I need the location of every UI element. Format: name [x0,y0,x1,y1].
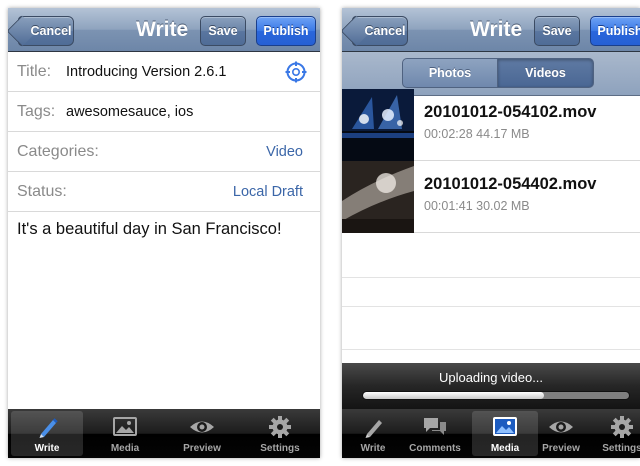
list-separator [342,349,640,350]
nav-title: Write [470,18,523,41]
tab-write[interactable]: Write [342,411,408,456]
eye-icon [549,421,573,433]
publish-button[interactable]: Publish [590,16,640,46]
cancel-button[interactable]: Cancel [352,16,408,46]
media-filename: 20101012-054402.mov [424,175,597,193]
upload-progress-bar [362,391,630,400]
media-screen: Cancel Write Save Publish Photos Videos … [342,8,640,458]
nav-title: Write [136,18,189,41]
categories-label: Categories: [17,143,99,160]
title-label: Title: [17,63,52,80]
eye-icon [190,421,214,433]
gear-icon [611,416,633,438]
upload-status-bar: Uploading video... [342,363,640,409]
tab-settings-label: Settings [602,443,640,454]
publish-button[interactable]: Publish [256,16,316,46]
tab-settings[interactable]: Settings [592,411,640,456]
categories-row[interactable]: Categories: Video [8,132,320,172]
cancel-button[interactable]: Cancel [18,16,74,46]
tab-comments-label: Comments [409,443,461,454]
post-body-textarea[interactable]: It's a beautiful day in San Francisco! [17,220,282,239]
image-icon [113,417,137,436]
location-crosshair-icon[interactable] [285,61,307,83]
media-filename: 20101012-054102.mov [424,103,597,121]
pencil-icon [39,418,58,438]
tab-write[interactable]: Write [11,411,83,456]
tab-bar: Write Comments Media Preview Settings [342,409,640,458]
upload-progress-fill [363,392,544,399]
segment-photos[interactable]: Photos [402,58,498,88]
tab-write-label: Write [360,443,386,454]
status-value[interactable]: Local Draft [233,172,303,212]
tags-field[interactable]: awesomesauce, ios [66,92,193,132]
comments-icon [424,418,446,435]
cancel-button-label: Cancel [364,24,406,38]
image-icon [493,417,517,436]
list-separator [342,306,640,307]
tab-preview[interactable]: Preview [526,411,596,456]
tab-media[interactable]: Media [89,411,161,456]
media-list-item[interactable]: 20101012-054102.mov 00:02:28 44.17 MB [342,89,640,161]
tags-label: Tags: [17,103,56,120]
tab-settings[interactable]: Settings [244,411,316,456]
tab-bar: Write Media Preview Settings [8,409,320,458]
video-thumbnail [342,89,414,161]
tab-preview-label: Preview [183,443,221,454]
tab-write-label: Write [34,443,60,454]
save-button[interactable]: Save [534,16,580,46]
upload-status-text: Uploading video... [438,370,544,385]
tab-comments[interactable]: Comments [400,411,470,456]
title-field[interactable]: Introducing Version 2.6.1 [66,52,226,92]
tab-preview-label: Preview [542,443,580,454]
media-meta: 00:01:41 30.02 MB [424,199,530,213]
save-button[interactable]: Save [200,16,246,46]
write-screen: Cancel Write Save Publish Title: Introdu… [8,8,320,458]
navigation-bar: Cancel Write Save Publish [8,8,320,52]
title-row[interactable]: Title: Introducing Version 2.6.1 [8,52,320,92]
navigation-bar: Cancel Write Save Publish [342,8,640,52]
gear-icon [269,416,291,438]
tab-preview[interactable]: Preview [166,411,238,456]
video-thumbnail [342,161,414,233]
categories-value[interactable]: Video [266,132,303,172]
pencil-icon [365,420,382,438]
tab-settings-label: Settings [260,443,300,454]
tags-row[interactable]: Tags: awesomesauce, ios [8,92,320,132]
media-meta: 00:02:28 44.17 MB [424,127,530,141]
media-list-item[interactable]: 20101012-054402.mov 00:01:41 30.02 MB [342,161,640,233]
cancel-button-label: Cancel [30,24,72,38]
status-row[interactable]: Status: Local Draft [8,172,320,212]
list-separator [342,277,640,278]
segment-videos[interactable]: Videos [498,58,594,88]
status-label: Status: [17,183,67,200]
tab-media-label: Media [110,443,140,454]
